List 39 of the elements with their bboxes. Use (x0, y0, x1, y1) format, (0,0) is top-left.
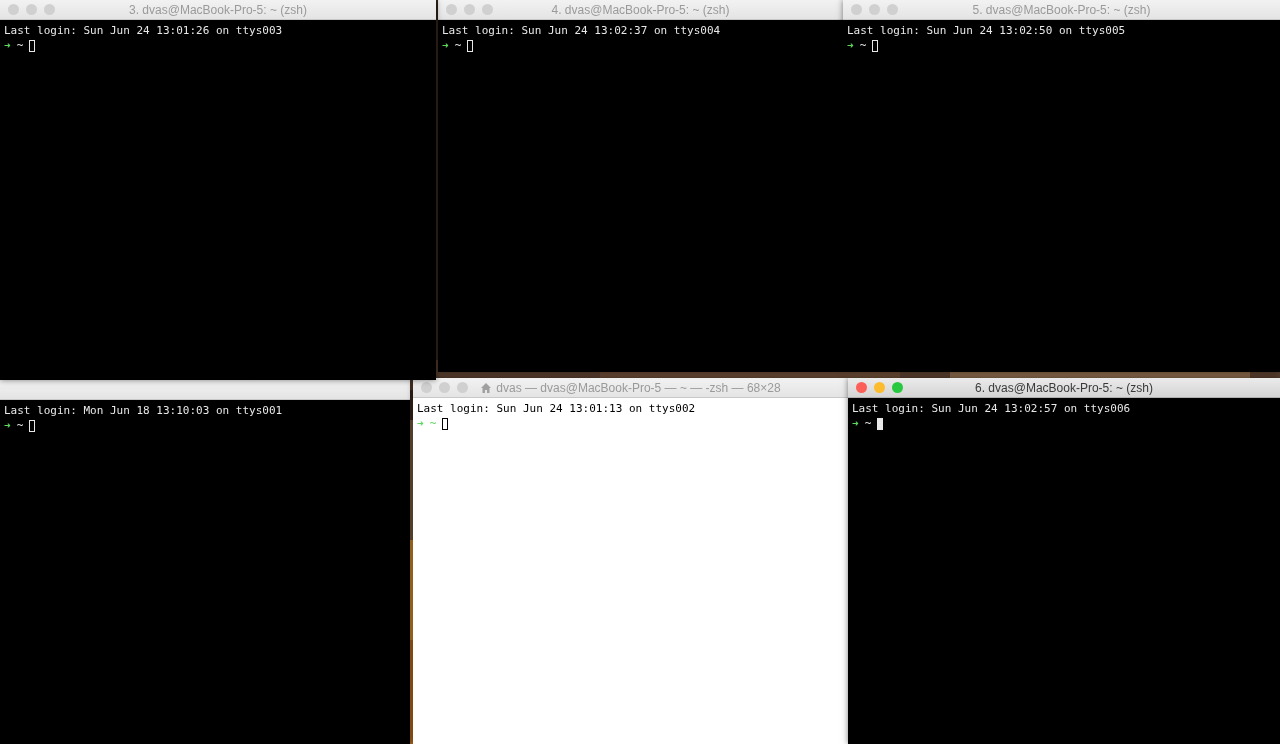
prompt-path: ~ (454, 38, 462, 53)
zoom-button[interactable] (482, 4, 493, 15)
zoom-button[interactable] (887, 4, 898, 15)
minimize-button[interactable] (464, 4, 475, 15)
login-message: Last login: Sun Jun 24 13:01:13 on ttys002 (417, 401, 696, 416)
prompt-path: ~ (859, 38, 867, 53)
prompt-arrow: ➜ (4, 418, 11, 433)
minimize-button[interactable] (439, 382, 450, 393)
zoom-button[interactable] (457, 382, 468, 393)
prompt-arrow: ➜ (417, 416, 424, 431)
login-message: Last login: Sun Jun 24 13:02:37 on ttys004 (442, 23, 721, 38)
window-title: 5. dvas@MacBook-Pro-5: ~ (zsh) (972, 2, 1151, 17)
prompt-path: ~ (16, 418, 24, 433)
window-title: 6. dvas@MacBook-Pro-5: ~ (zsh) (975, 380, 1153, 395)
close-button[interactable] (851, 4, 862, 15)
login-message: Last login: Mon Jun 18 13:10:03 on ttys001 (4, 403, 283, 418)
minimize-button[interactable] (869, 4, 880, 15)
close-button[interactable] (856, 382, 867, 393)
prompt-path: ~ (864, 416, 872, 431)
minimize-button[interactable] (874, 382, 885, 393)
prompt-arrow: ➜ (847, 38, 854, 53)
zoom-button[interactable] (892, 382, 903, 393)
window-title: dvas — dvas@MacBook-Pro-5 — ~ — -zsh — 68×28 (496, 380, 781, 395)
minimize-button[interactable] (26, 4, 37, 15)
prompt-arrow: ➜ (4, 38, 11, 53)
prompt-arrow: ➜ (442, 38, 449, 53)
close-button[interactable] (8, 4, 19, 15)
home-icon (480, 381, 493, 394)
close-button[interactable] (446, 4, 457, 15)
login-message: Last login: Sun Jun 24 13:02:50 on ttys005 (847, 23, 1126, 38)
window-title: 4. dvas@MacBook-Pro-5: ~ (zsh) (551, 2, 730, 17)
login-message: Last login: Sun Jun 24 13:01:26 on ttys003 (4, 23, 283, 38)
zoom-button[interactable] (44, 4, 55, 15)
close-button[interactable] (421, 382, 432, 393)
prompt-path: ~ (429, 416, 437, 431)
login-message: Last login: Sun Jun 24 13:02:57 on ttys006 (852, 401, 1131, 416)
window-title: 3. dvas@MacBook-Pro-5: ~ (zsh) (129, 2, 307, 17)
prompt-path: ~ (16, 38, 24, 53)
prompt-arrow: ➜ (852, 416, 859, 431)
